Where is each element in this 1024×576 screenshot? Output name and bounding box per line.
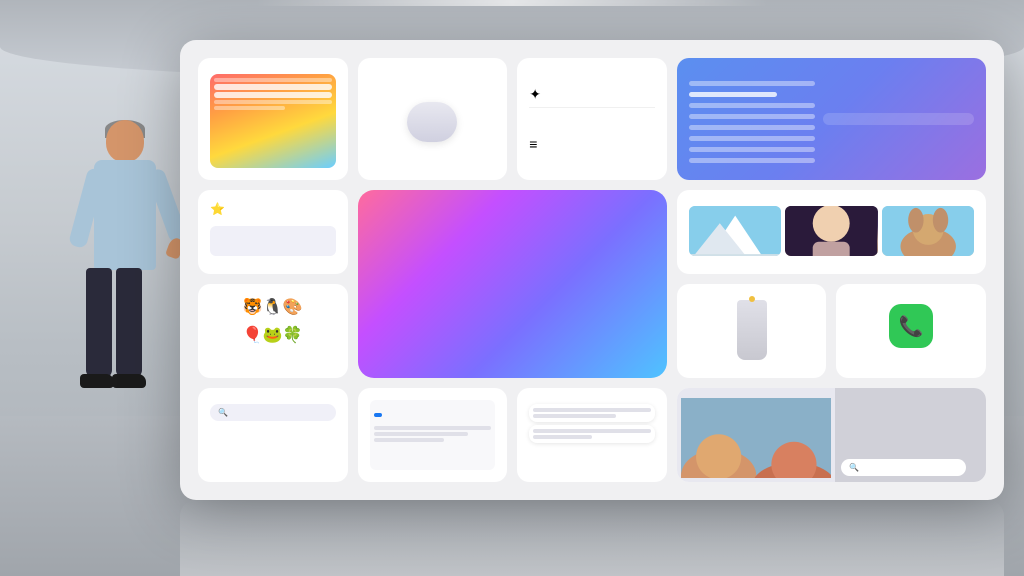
card-cleanup-summaries: ✦ ≡ [517,58,667,180]
wt-item-4 [689,114,815,119]
card-natural-language-search: 🔍 [677,388,986,482]
presenter-shoe-right [112,374,146,388]
card-writing-tools [677,58,986,180]
board-reflection [180,500,1004,576]
nl-left-photo [677,388,836,482]
notif-item-1 [529,404,655,422]
notif-bar-4 [533,435,592,439]
card-private-cloud [358,58,508,180]
card-image-wand [677,284,827,378]
card-priority-notifications [517,388,667,482]
nl-search-bar[interactable]: 🔍 [841,459,966,476]
wand-tip [749,296,755,302]
memory-search-bar[interactable]: 🔍 [210,404,336,421]
wt-item-6 [689,136,815,141]
card-apple-intelligence [358,190,667,378]
genmoji-emojis: 🐯🐧🎨 [243,296,303,320]
card-genmoji: 🐯🐧🎨 🎈🐸🍀 [198,284,348,378]
cleanup-row: ✦ [529,82,655,108]
nl-search-icon: 🔍 [849,463,859,472]
thumb-child [785,206,877,256]
card-reduce-interruptions: ⭐ [198,190,348,274]
presenter-head [106,120,144,162]
cloud-icon [407,102,457,142]
mail-line-2 [374,432,468,436]
presenter-pants-right [116,268,142,378]
wt-item-8 [689,158,815,163]
mail-priority-label [374,413,382,417]
presenter-shoe-left [80,374,114,388]
card-memory-movie: 🔍 [198,388,348,482]
cleanup-icon: ✦ [529,86,541,103]
wt-item-7 [689,147,815,152]
phone-icon [889,304,933,348]
reduce-icon: ⭐ [210,202,225,216]
summaries-icon: ≡ [529,136,537,152]
wt-item-3 [689,103,815,108]
mail-line-1 [374,426,492,430]
card-siri [198,58,348,180]
nl-right-search: 🔍 [835,388,986,482]
card-priority-mail [358,388,508,482]
reduce-visual [210,226,336,256]
wt-item-1 [689,81,815,86]
thumb-mountain [689,206,781,256]
card-image-playground [677,190,986,274]
feature-board: ✦ ≡ [180,40,1004,500]
notif-bar-3 [533,429,651,433]
mail-line-3 [374,438,445,442]
notif-bar-2 [533,414,615,418]
card-audio-recording [836,284,986,378]
presenter-body [60,120,190,460]
summaries-row: ≡ [529,132,655,156]
wt-item-2 [689,92,777,97]
light-strip [256,0,768,6]
mail-phone-mockup [370,400,496,470]
reduce-content: ⭐ [210,202,336,256]
wand-visual [737,300,767,360]
presenter [60,120,190,460]
siri-phone-mockup [210,74,336,168]
image-playground-thumbnails [689,206,974,262]
memory-card-inner: 🔍 [210,400,336,470]
presenter-torso [94,160,156,270]
siri-screen-bar-1 [214,78,332,82]
siri-notification-1 [214,84,332,90]
wt-item-5 [689,125,815,130]
siri-screen-bar-2 [214,100,332,104]
genmoji-emojis-2: 🎈🐸🍀 [243,324,303,348]
nl-search-container: 🔍 [835,388,986,482]
presenter-pants-left [86,268,112,378]
notif-bar-1 [533,408,651,412]
thumb-dog [882,206,974,256]
notif-item-2 [529,425,655,443]
siri-screen-bar-3 [214,106,285,110]
search-icon: 🔍 [218,408,228,417]
notif-visual [529,404,655,443]
siri-notification-2 [214,92,332,98]
